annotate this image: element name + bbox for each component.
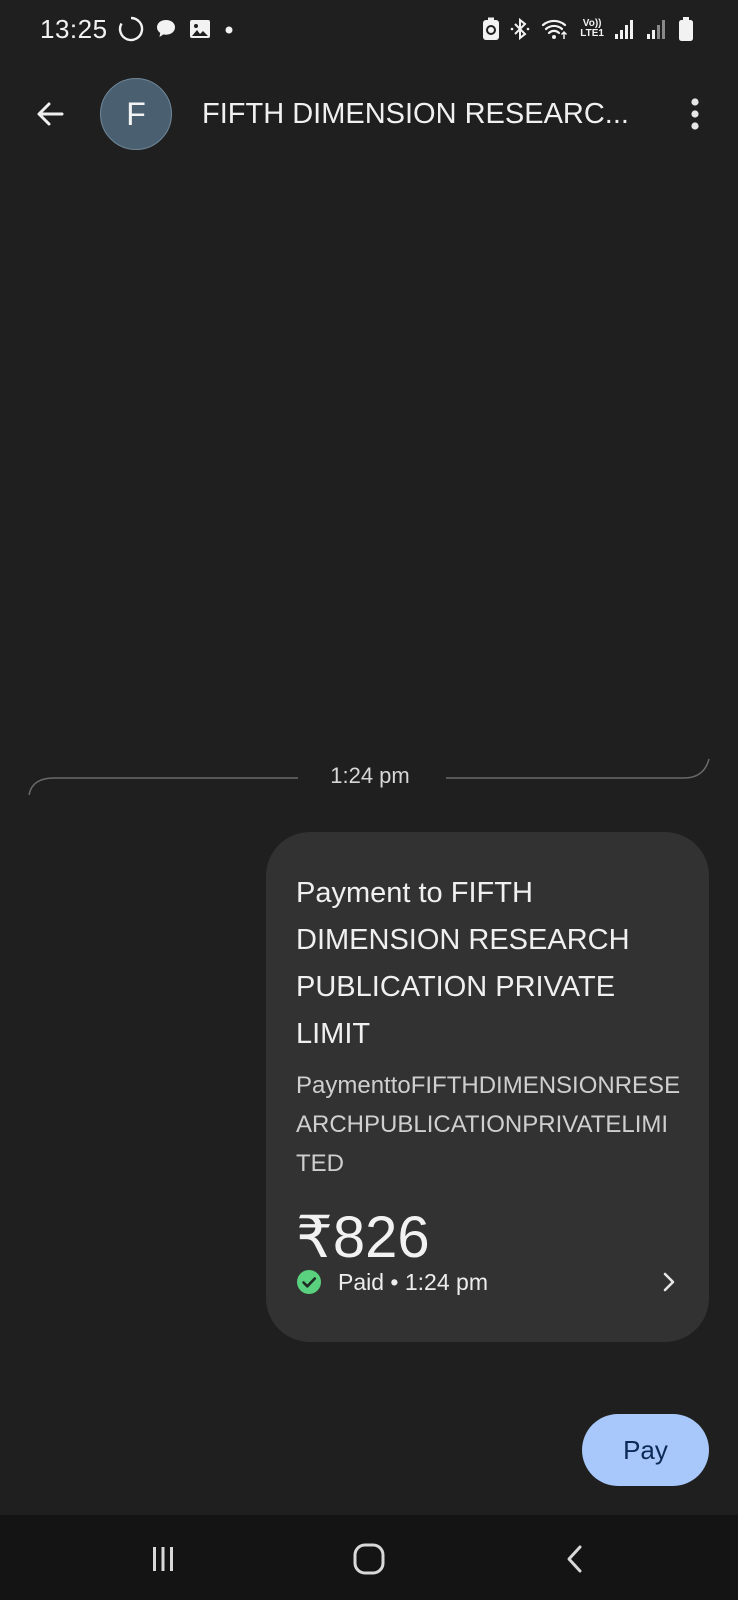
nav-back-button[interactable] — [556, 1539, 596, 1579]
back-button[interactable] — [30, 94, 70, 134]
payment-title: Payment to FIFTH DIMENSION RESEARCH PUBL… — [296, 877, 630, 1050]
divider-line-left — [28, 777, 298, 795]
divider-line-right — [446, 758, 710, 779]
status-right: Vo)) LTE1 — [482, 16, 694, 42]
home-icon — [353, 1543, 385, 1575]
recents-icon — [153, 1547, 173, 1571]
volte-icon: Vo)) LTE1 — [580, 19, 604, 39]
pay-button[interactable]: Pay — [582, 1414, 709, 1486]
chat-bubble-icon — [154, 17, 178, 41]
check-circle-icon — [297, 1270, 321, 1294]
back-icon — [567, 1545, 582, 1573]
volte-label-bottom: LTE1 — [580, 28, 604, 39]
payment-status-row: Paid • 1:24 pm — [296, 1266, 681, 1298]
signal-icon — [646, 17, 668, 41]
dot-icon — [222, 17, 236, 41]
arrow-left-icon — [37, 102, 64, 126]
payment-amount: ₹826 — [296, 1205, 430, 1270]
image-icon — [188, 17, 212, 41]
payment-card[interactable]: Payment to FIFTH DIMENSION RESEARCH PUBL… — [266, 832, 709, 1342]
chevron-right-icon[interactable] — [657, 1270, 681, 1294]
payment-status: Paid • 1:24 pm — [338, 1268, 488, 1295]
status-time: 13:25 — [40, 13, 108, 44]
battery-saver-icon — [482, 17, 500, 41]
signal-icon — [614, 17, 636, 41]
more-options-button[interactable] — [676, 94, 714, 134]
more-vertical-icon — [691, 98, 699, 130]
status-bar: 13:25 Vo)) LTE1 — [0, 0, 738, 58]
home-button[interactable] — [349, 1539, 389, 1579]
avatar[interactable]: F — [100, 78, 172, 150]
navigation-bar — [0, 1515, 738, 1600]
sync-circle-icon — [118, 16, 144, 42]
recents-button[interactable] — [143, 1539, 183, 1579]
contact-name[interactable]: FIFTH DIMENSION RESEARC... — [202, 98, 652, 131]
battery-icon — [678, 16, 694, 42]
bluetooth-icon — [510, 17, 530, 41]
conversation-header: F FIFTH DIMENSION RESEARC... — [0, 78, 738, 150]
timestamp-divider: 1:24 pm — [0, 755, 738, 797]
status-left: 13:25 — [40, 14, 236, 45]
timestamp: 1:24 pm — [330, 763, 410, 788]
wifi-icon — [540, 17, 570, 41]
payment-note: PaymenttoFIFTHDIMENSIONRESEARCHPUBLICATI… — [296, 1072, 681, 1177]
